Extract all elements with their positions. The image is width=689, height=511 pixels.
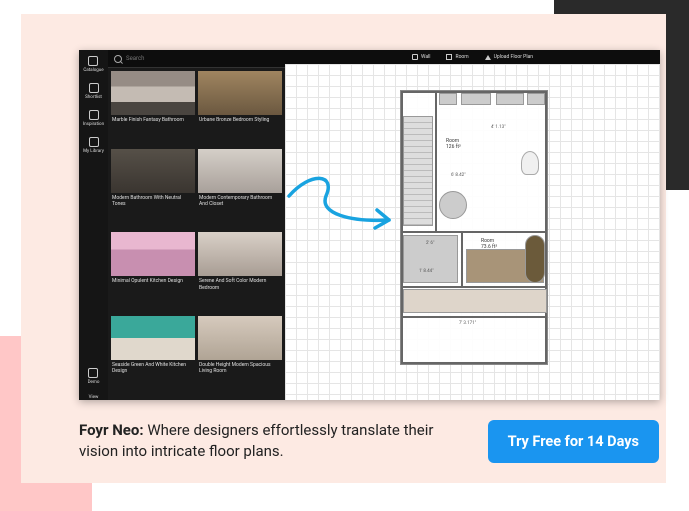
card-title: Minimal Opulent Kitchen Design [111, 276, 195, 286]
search-input[interactable] [126, 55, 279, 62]
tool-upload-floorplan[interactable]: Upload Floor Plan [485, 54, 533, 60]
gallery-card[interactable]: Urbane Bronze Bedroom Styling [198, 71, 282, 146]
stairs [403, 116, 433, 226]
promo-caption: Foyr Neo: Where designers effortlessly t… [79, 420, 459, 464]
rail-item-catalogue[interactable]: Catalogue [83, 56, 103, 73]
thumb-kitchen-seaside [111, 316, 195, 360]
wall-segment [401, 286, 547, 288]
furniture-item [461, 93, 491, 105]
rail-label: Shortlist [85, 95, 102, 100]
app-window: Catalogue Shortlist Inspiration My Libra… [79, 50, 660, 400]
card-title: Modern Contemporary Bathroom And Closet [198, 193, 282, 210]
tool-label: Room [455, 54, 468, 60]
floor-plan[interactable]: Room126 ft² Room73.6 ft² 4' 1.13" 6' 8.4… [400, 90, 548, 365]
furniture-item [525, 235, 545, 283]
dimension-label: 4' 1.13" [491, 125, 506, 130]
dimension-label: 6' 8.42" [451, 173, 466, 178]
gallery-card[interactable]: Seaside Green And White Kitchen Design [111, 316, 195, 397]
card-title: Marble Finish Fantasy Bathroom [111, 115, 195, 125]
dimension-label: 2' 6" [426, 241, 434, 246]
thumb-bedroom-bronze [198, 71, 282, 115]
brand-name: Foyr Neo: [79, 421, 144, 439]
wall-segment [401, 362, 547, 364]
rail-label: My Library [83, 149, 104, 154]
search-bar [108, 50, 285, 68]
gallery-card[interactable]: Minimal Opulent Kitchen Design [111, 232, 195, 313]
inspiration-gallery: Marble Finish Fantasy Bathroom Urbane Br… [108, 68, 285, 400]
wall-segment [401, 231, 547, 233]
caption-row: Foyr Neo: Where designers effortlessly t… [79, 420, 659, 464]
gallery-card[interactable]: Marble Finish Fantasy Bathroom [111, 71, 195, 146]
rail-item-shortlist[interactable]: Shortlist [85, 83, 102, 100]
rail-item-demo[interactable]: Demo [88, 368, 100, 385]
wall-segment [461, 231, 463, 286]
wall-icon [412, 54, 418, 60]
card-title: Urbane Bronze Bedroom Styling [198, 115, 282, 125]
rail-label: Demo [88, 380, 100, 385]
furniture-item [496, 93, 524, 105]
rail-item-inspiration[interactable]: Inspiration [83, 110, 104, 127]
dimension-label: 7' 3.171" [459, 321, 476, 326]
card-title: Double Height Modern Spacious Living Roo… [198, 360, 282, 377]
thumb-bathroom-marble [111, 71, 195, 115]
upload-icon [485, 55, 491, 60]
rail-label: Catalogue [83, 68, 103, 73]
left-rail: Catalogue Shortlist Inspiration My Libra… [79, 50, 108, 400]
library-icon [89, 137, 99, 147]
search-icon [114, 55, 122, 63]
wall-segment [545, 91, 547, 364]
thumb-bathroom-closet [198, 149, 282, 193]
catalogue-icon [88, 56, 98, 66]
cta-try-free[interactable]: Try Free for 14 Days [488, 420, 659, 463]
card-title: Seaside Green And White Kitchen Design [111, 360, 195, 377]
room-icon [446, 54, 452, 60]
rail-label: Inspiration [83, 122, 104, 127]
canvas-area[interactable]: Wall Room Upload Floor Plan [285, 50, 660, 400]
shortlist-icon [89, 83, 99, 93]
room-label: Room73.6 ft² [481, 239, 497, 250]
rail-item-my-library[interactable]: My Library [83, 137, 104, 154]
gallery-card[interactable]: Double Height Modern Spacious Living Roo… [198, 316, 282, 397]
demo-icon [88, 368, 98, 378]
wall-segment [401, 316, 547, 318]
toilet [521, 151, 539, 175]
rail-label: View [89, 395, 99, 400]
furniture-item [403, 289, 547, 313]
catalogue-panel: Marble Finish Fantasy Bathroom Urbane Br… [108, 50, 285, 400]
gallery-card[interactable]: Modern Contemporary Bathroom And Closet [198, 149, 282, 230]
tool-label: Wall [421, 54, 431, 60]
thumb-kitchen-opulent [111, 232, 195, 276]
canvas-topbar: Wall Room Upload Floor Plan [285, 50, 660, 64]
thumb-bathroom-neutral [111, 149, 195, 193]
tool-wall[interactable]: Wall [412, 54, 431, 60]
wall-segment [435, 91, 437, 231]
promo-frame: Catalogue Shortlist Inspiration My Libra… [21, 14, 666, 483]
card-title: Serene And Soft Color Modern Bedroom [198, 276, 282, 293]
room-label: Room126 ft² [446, 139, 461, 150]
thumb-living-double [198, 316, 282, 360]
furniture-item [527, 93, 545, 105]
dimension-label: 1' 8.44" [419, 269, 434, 274]
gallery-card[interactable]: Modern Bathroom With Neutral Tones [111, 149, 195, 230]
inspiration-icon [89, 110, 99, 120]
round-table [439, 191, 467, 219]
rail-item-view[interactable]: View [89, 395, 99, 400]
gallery-card[interactable]: Serene And Soft Color Modern Bedroom [198, 232, 282, 313]
card-title: Modern Bathroom With Neutral Tones [111, 193, 195, 210]
tool-label: Upload Floor Plan [494, 54, 533, 60]
furniture-item [439, 93, 457, 105]
tool-room[interactable]: Room [446, 54, 468, 60]
thumb-bedroom-soft [198, 232, 282, 276]
